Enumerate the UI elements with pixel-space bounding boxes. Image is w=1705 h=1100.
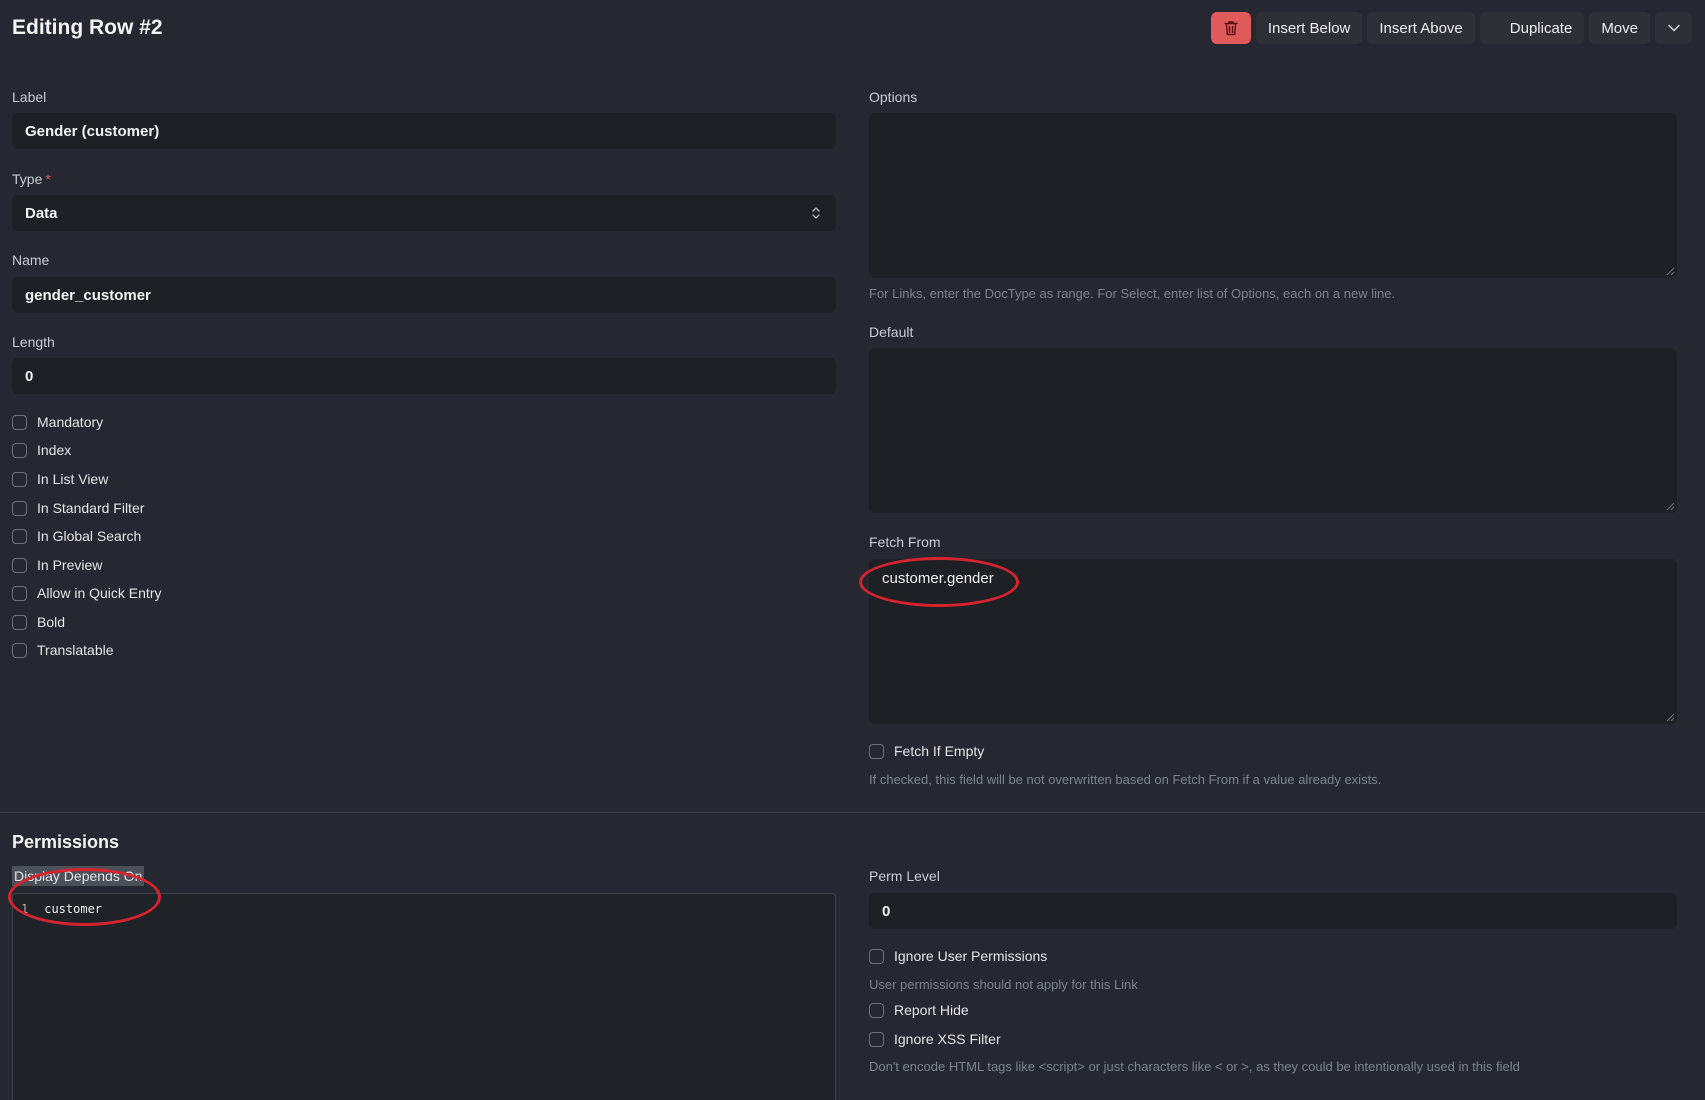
checkbox-label: Translatable xyxy=(37,642,114,658)
length-input[interactable]: 0 xyxy=(12,358,836,394)
checkbox-in-list-view[interactable]: In List View xyxy=(12,469,108,489)
display-depends-on-label: Display Depends On xyxy=(12,866,145,886)
required-mark: * xyxy=(45,171,51,187)
code-line: 1 customer xyxy=(21,902,102,916)
checkbox-box[interactable] xyxy=(12,442,27,458)
type-label-text: Type xyxy=(12,171,43,187)
fetch-from-value: customer.gender xyxy=(882,570,994,587)
checkbox-box[interactable] xyxy=(12,614,27,630)
fetch-from-field-label: Fetch From xyxy=(869,534,941,550)
permissions-section-title: Permissions xyxy=(12,832,120,852)
resize-grip-icon[interactable] xyxy=(1666,502,1675,511)
label-input[interactable]: Gender (customer) xyxy=(12,113,836,149)
checkbox-in-global-search[interactable]: In Global Search xyxy=(12,526,141,546)
type-select-value: Data xyxy=(25,204,58,222)
options-textarea[interactable] xyxy=(869,113,1677,278)
editing-row-panel: Editing Row #2 Insert Below Insert Above… xyxy=(0,0,1705,1100)
toolbar: Insert Below Insert Above Duplicate Move xyxy=(1210,12,1692,44)
display-depends-on-code-editor[interactable]: 1 customer xyxy=(12,893,836,1100)
checkbox-label: In Preview xyxy=(37,557,103,573)
label-field-label: Label xyxy=(12,89,47,105)
checkbox-index[interactable]: Index xyxy=(12,440,71,460)
trash-icon xyxy=(1224,21,1238,36)
checkbox-box[interactable] xyxy=(12,500,27,516)
checkbox-box[interactable] xyxy=(12,642,27,658)
checkbox-box[interactable] xyxy=(869,948,884,964)
name-input-value: gender_customer xyxy=(25,286,151,304)
fetch-if-empty-help-text: If checked, this field will be not overw… xyxy=(869,772,1382,787)
resize-grip-icon[interactable] xyxy=(1666,713,1675,722)
checkbox-label: Fetch If Empty xyxy=(894,743,985,759)
move-button[interactable]: Move xyxy=(1589,12,1650,44)
options-field-label: Options xyxy=(869,89,918,105)
checkbox-translatable[interactable]: Translatable xyxy=(12,640,114,660)
perm-level-input[interactable]: 0 xyxy=(869,893,1677,929)
checkbox-label: In List View xyxy=(37,471,109,487)
section-divider xyxy=(0,812,1705,813)
resize-grip-icon[interactable] xyxy=(1666,267,1675,276)
checkbox-in-preview[interactable]: In Preview xyxy=(12,555,102,575)
select-arrows-icon xyxy=(812,207,820,219)
length-input-value: 0 xyxy=(25,367,34,385)
perm-level-field-label: Perm Level xyxy=(869,868,940,884)
options-help-text: For Links, enter the DocType as range. F… xyxy=(869,286,1396,301)
header: Editing Row #2 Insert Below Insert Above… xyxy=(0,0,1705,58)
checkbox-label: Allow in Quick Entry xyxy=(37,585,162,601)
checkbox-label: In Standard Filter xyxy=(37,500,145,516)
perm-level-value: 0 xyxy=(882,902,891,920)
checkbox-ignore-xss-filter[interactable]: Ignore XSS Filter xyxy=(869,1029,1001,1049)
duplicate-button[interactable]: Duplicate xyxy=(1479,12,1585,44)
name-field-label: Name xyxy=(12,252,50,268)
checkbox-box[interactable] xyxy=(12,471,27,487)
checkbox-ignore-user-permissions[interactable]: Ignore User Permissions xyxy=(869,946,1047,966)
checkbox-mandatory[interactable]: Mandatory xyxy=(12,412,103,432)
checkbox-label: Ignore User Permissions xyxy=(894,948,1048,964)
checkbox-box[interactable] xyxy=(869,1031,884,1047)
checkbox-label: Bold xyxy=(37,614,66,630)
checkbox-label: Mandatory xyxy=(37,414,104,430)
checkbox-box[interactable] xyxy=(12,528,27,544)
fetch-from-textarea[interactable]: customer.gender xyxy=(869,559,1677,724)
checkbox-label: In Global Search xyxy=(37,528,142,544)
checkbox-box[interactable] xyxy=(869,1002,884,1018)
line-number: 1 xyxy=(21,902,29,916)
code-text: customer xyxy=(44,902,103,916)
checkbox-in-standard-filter[interactable]: In Standard Filter xyxy=(12,498,144,518)
checkbox-box[interactable] xyxy=(12,557,27,573)
chevron-down-icon xyxy=(1667,24,1680,32)
checkbox-box[interactable] xyxy=(12,414,27,430)
default-textarea[interactable] xyxy=(869,348,1677,513)
insert-above-button[interactable]: Insert Above xyxy=(1367,12,1475,44)
checkbox-fetch-if-empty[interactable]: Fetch If Empty xyxy=(869,741,984,761)
page-title: Editing Row #2 xyxy=(12,16,163,39)
checkbox-label: Ignore XSS Filter xyxy=(894,1031,1001,1047)
delete-button[interactable] xyxy=(1210,12,1251,44)
ignore-user-permissions-help-text: User permissions should not apply for th… xyxy=(869,977,1138,992)
checkbox-allow-in-quick-entry[interactable]: Allow in Quick Entry xyxy=(12,583,161,603)
checkbox-report-hide[interactable]: Report Hide xyxy=(869,1000,969,1020)
checkbox-bold[interactable]: Bold xyxy=(12,612,65,632)
default-field-label: Default xyxy=(869,324,914,340)
type-field-label: Type * xyxy=(12,171,51,187)
insert-below-button[interactable]: Insert Below xyxy=(1255,12,1363,44)
length-field-label: Length xyxy=(12,334,55,350)
checkbox-label: Index xyxy=(37,442,72,458)
checkbox-box[interactable] xyxy=(12,585,27,601)
checkbox-label: Report Hide xyxy=(894,1002,969,1018)
label-input-value: Gender (customer) xyxy=(25,122,160,140)
more-actions-button[interactable] xyxy=(1655,12,1692,44)
name-input[interactable]: gender_customer xyxy=(12,277,836,313)
ignore-xss-filter-help-text: Don't encode HTML tags like <script> or … xyxy=(869,1059,1520,1074)
checkbox-box[interactable] xyxy=(869,743,884,759)
type-select[interactable]: Data xyxy=(12,195,836,231)
